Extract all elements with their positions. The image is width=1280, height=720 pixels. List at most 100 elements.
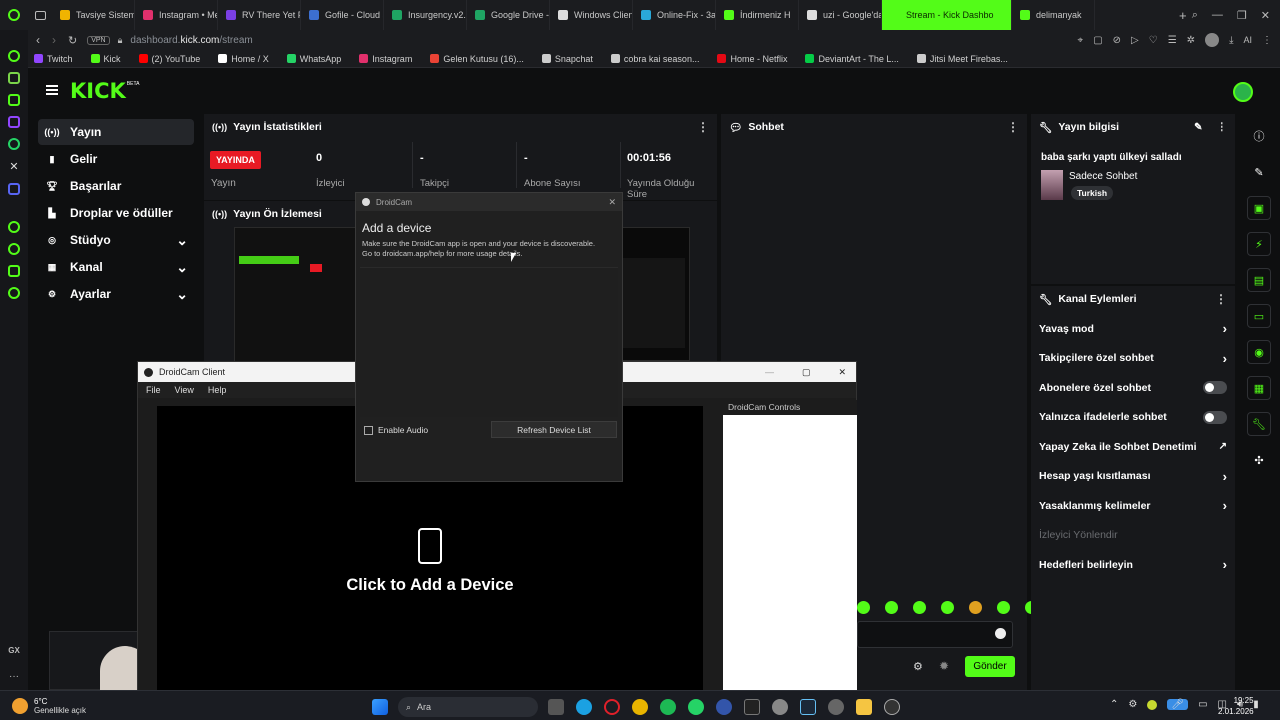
bookmark-item[interactable]: cobra kai season...: [610, 54, 699, 64]
chat-menu-icon[interactable]: ⋮: [1007, 120, 1019, 134]
stats-widget-icon[interactable]: ▦: [1247, 376, 1271, 400]
actions-menu-icon[interactable]: ⋮: [1215, 292, 1227, 306]
menu-item[interactable]: File: [146, 385, 161, 395]
sidebar-item[interactable]: 🏆︎ Başarılar: [38, 173, 194, 199]
emote-icon[interactable]: [997, 601, 1010, 614]
menu-item[interactable]: View: [175, 385, 194, 395]
bookmark-item[interactable]: Kick: [90, 54, 121, 64]
emote-icon[interactable]: [885, 601, 898, 614]
clock[interactable]: 19:25 2.01.2026: [1218, 695, 1254, 717]
twitch-icon[interactable]: [8, 116, 20, 128]
chat-widget-icon[interactable]: ▭: [1247, 304, 1271, 328]
checkbox-box[interactable]: [364, 425, 373, 435]
menu-item[interactable]: Help: [208, 385, 227, 395]
extensions-puzzle-icon[interactable]: ✲: [1187, 35, 1195, 46]
history-icon[interactable]: [8, 243, 20, 255]
browser-tab[interactable]: Gofile - Cloud S: [301, 0, 384, 30]
capture-icon[interactable]: ▢: [1093, 35, 1102, 46]
bookmark-item[interactable]: Home / X: [218, 54, 269, 64]
dialog-close-button[interactable]: ✕: [608, 197, 616, 208]
discord-icon[interactable]: [8, 183, 20, 195]
document-icon[interactable]: ▤: [1247, 268, 1271, 292]
player-icon[interactable]: ▷: [1131, 35, 1139, 46]
chevron-down-icon[interactable]: ⌄: [176, 232, 188, 249]
bookmark-item[interactable]: DeviantArt - The L...: [805, 54, 899, 64]
lightning-icon[interactable]: ⚡︎: [1247, 232, 1271, 256]
browser-tab[interactable]: RV There Yet Fr: [218, 0, 301, 30]
device-list[interactable]: [360, 267, 618, 417]
search-tabs-icon[interactable]: ⌕: [1192, 9, 1198, 22]
channel-action-item[interactable]: Abonelere özel sohbet: [1031, 373, 1235, 403]
emoji-icon[interactable]: [995, 628, 1006, 639]
adblock-icon[interactable]: ⊘: [1113, 35, 1121, 46]
refresh-device-list-button[interactable]: Refresh Device List: [491, 421, 617, 438]
music-icon[interactable]: [8, 221, 20, 233]
chevron-right-icon[interactable]: ›: [1223, 469, 1227, 484]
app-icon[interactable]: [716, 699, 732, 715]
sidebar-item[interactable]: ▮ Gelir: [38, 146, 194, 172]
chevron-right-icon[interactable]: ›: [1223, 321, 1227, 336]
bookmark-item[interactable]: Instagram: [359, 54, 412, 64]
new-tab-button[interactable]: +: [1174, 8, 1192, 23]
bookmark-item[interactable]: Gelen Kutusu (16)...: [430, 54, 524, 64]
browser-tab[interactable]: uzi - Google'da: [799, 0, 882, 30]
channel-action-item[interactable]: Hedefleri belirleyin ›: [1031, 550, 1235, 580]
edit-icon[interactable]: ✎: [1194, 122, 1202, 133]
messenger-icon[interactable]: [8, 94, 20, 106]
user-avatar[interactable]: [1233, 82, 1253, 102]
browser-tab[interactable]: İndirmeniz H: [716, 0, 799, 30]
sidebar-item[interactable]: ▙ Droplar ve ödüller: [38, 200, 194, 226]
bookmark-icon[interactable]: ♡: [1149, 35, 1158, 46]
close-button[interactable]: ✕: [1261, 9, 1270, 22]
taskbar-search[interactable]: ⌕ Ara: [398, 697, 538, 717]
whatsapp-icon[interactable]: [8, 138, 20, 150]
chevron-right-icon[interactable]: ›: [1223, 557, 1227, 572]
sidebar-item[interactable]: ◎ Stüdyo ⌄: [38, 227, 194, 253]
bookmark-item[interactable]: Jitsi Meet Firebas...: [916, 54, 1008, 64]
broadcast-widget-icon[interactable]: ◉: [1247, 340, 1271, 364]
bookmark-item[interactable]: WhatsApp: [286, 54, 341, 64]
bookmark-item[interactable]: Home - Netflix: [717, 54, 787, 64]
display-icon[interactable]: ▭: [1198, 699, 1207, 710]
tray-app-icon[interactable]: ⚙: [1128, 699, 1137, 710]
browser-tab[interactable]: Online-Fix - 3an: [633, 0, 716, 30]
edge-icon[interactable]: [576, 699, 592, 715]
weather-widget[interactable]: 6°C Genellikle açık: [0, 697, 86, 715]
external-link-icon[interactable]: ↗: [1219, 441, 1227, 452]
browser-tab[interactable]: Insurgency.v2.4: [384, 0, 467, 30]
x-icon[interactable]: ✕: [9, 160, 18, 173]
ai-button[interactable]: AI: [1243, 35, 1252, 45]
back-icon[interactable]: ‹: [36, 33, 40, 47]
settings-taskbar-icon[interactable]: [772, 699, 788, 715]
pencil-icon[interactable]: ✎: [1247, 160, 1271, 184]
bookmark-item[interactable]: (2) YouTube: [138, 54, 200, 64]
info-menu-icon[interactable]: ⋮: [1217, 121, 1228, 133]
wrench-widget-icon[interactable]: 🔧︎: [1247, 412, 1271, 436]
minimize-button[interactable]: —: [1212, 9, 1223, 22]
kick-logo[interactable]: KICK BETA: [70, 79, 139, 103]
chat-input[interactable]: [857, 621, 1013, 648]
tab-manager-icon[interactable]: [28, 0, 52, 30]
snapshot-icon[interactable]: ⌖: [1078, 35, 1084, 46]
file-explorer-icon[interactable]: [856, 699, 872, 715]
vpn-badge[interactable]: VPN: [87, 35, 110, 45]
task-view-icon[interactable]: [548, 699, 564, 715]
reload-icon[interactable]: ↻: [68, 34, 77, 47]
tray-app2-icon[interactable]: [1147, 699, 1158, 710]
emote-icon[interactable]: [913, 601, 926, 614]
chat-settings-icon[interactable]: ⚙: [913, 660, 923, 673]
more-icon[interactable]: ···: [9, 671, 19, 682]
chat-extra-icon[interactable]: ✹: [939, 659, 949, 673]
send-button[interactable]: Gönder: [965, 656, 1015, 677]
settings-icon[interactable]: [8, 287, 20, 299]
bookmark-item[interactable]: Snapchat: [541, 54, 593, 64]
browser-tab[interactable]: Google Drive -: [467, 0, 550, 30]
toggle-switch[interactable]: [1203, 410, 1227, 424]
emote-icon[interactable]: [857, 601, 870, 614]
chrome-icon[interactable]: [632, 699, 648, 715]
forward-icon[interactable]: ›: [52, 33, 56, 47]
menu-dots-icon[interactable]: ⋮: [1262, 35, 1272, 46]
chevron-down-icon[interactable]: ⌄: [176, 259, 188, 276]
maximize-button[interactable]: ❐: [1237, 9, 1247, 22]
sidebar-item[interactable]: ((•)) Yayın: [38, 119, 194, 145]
